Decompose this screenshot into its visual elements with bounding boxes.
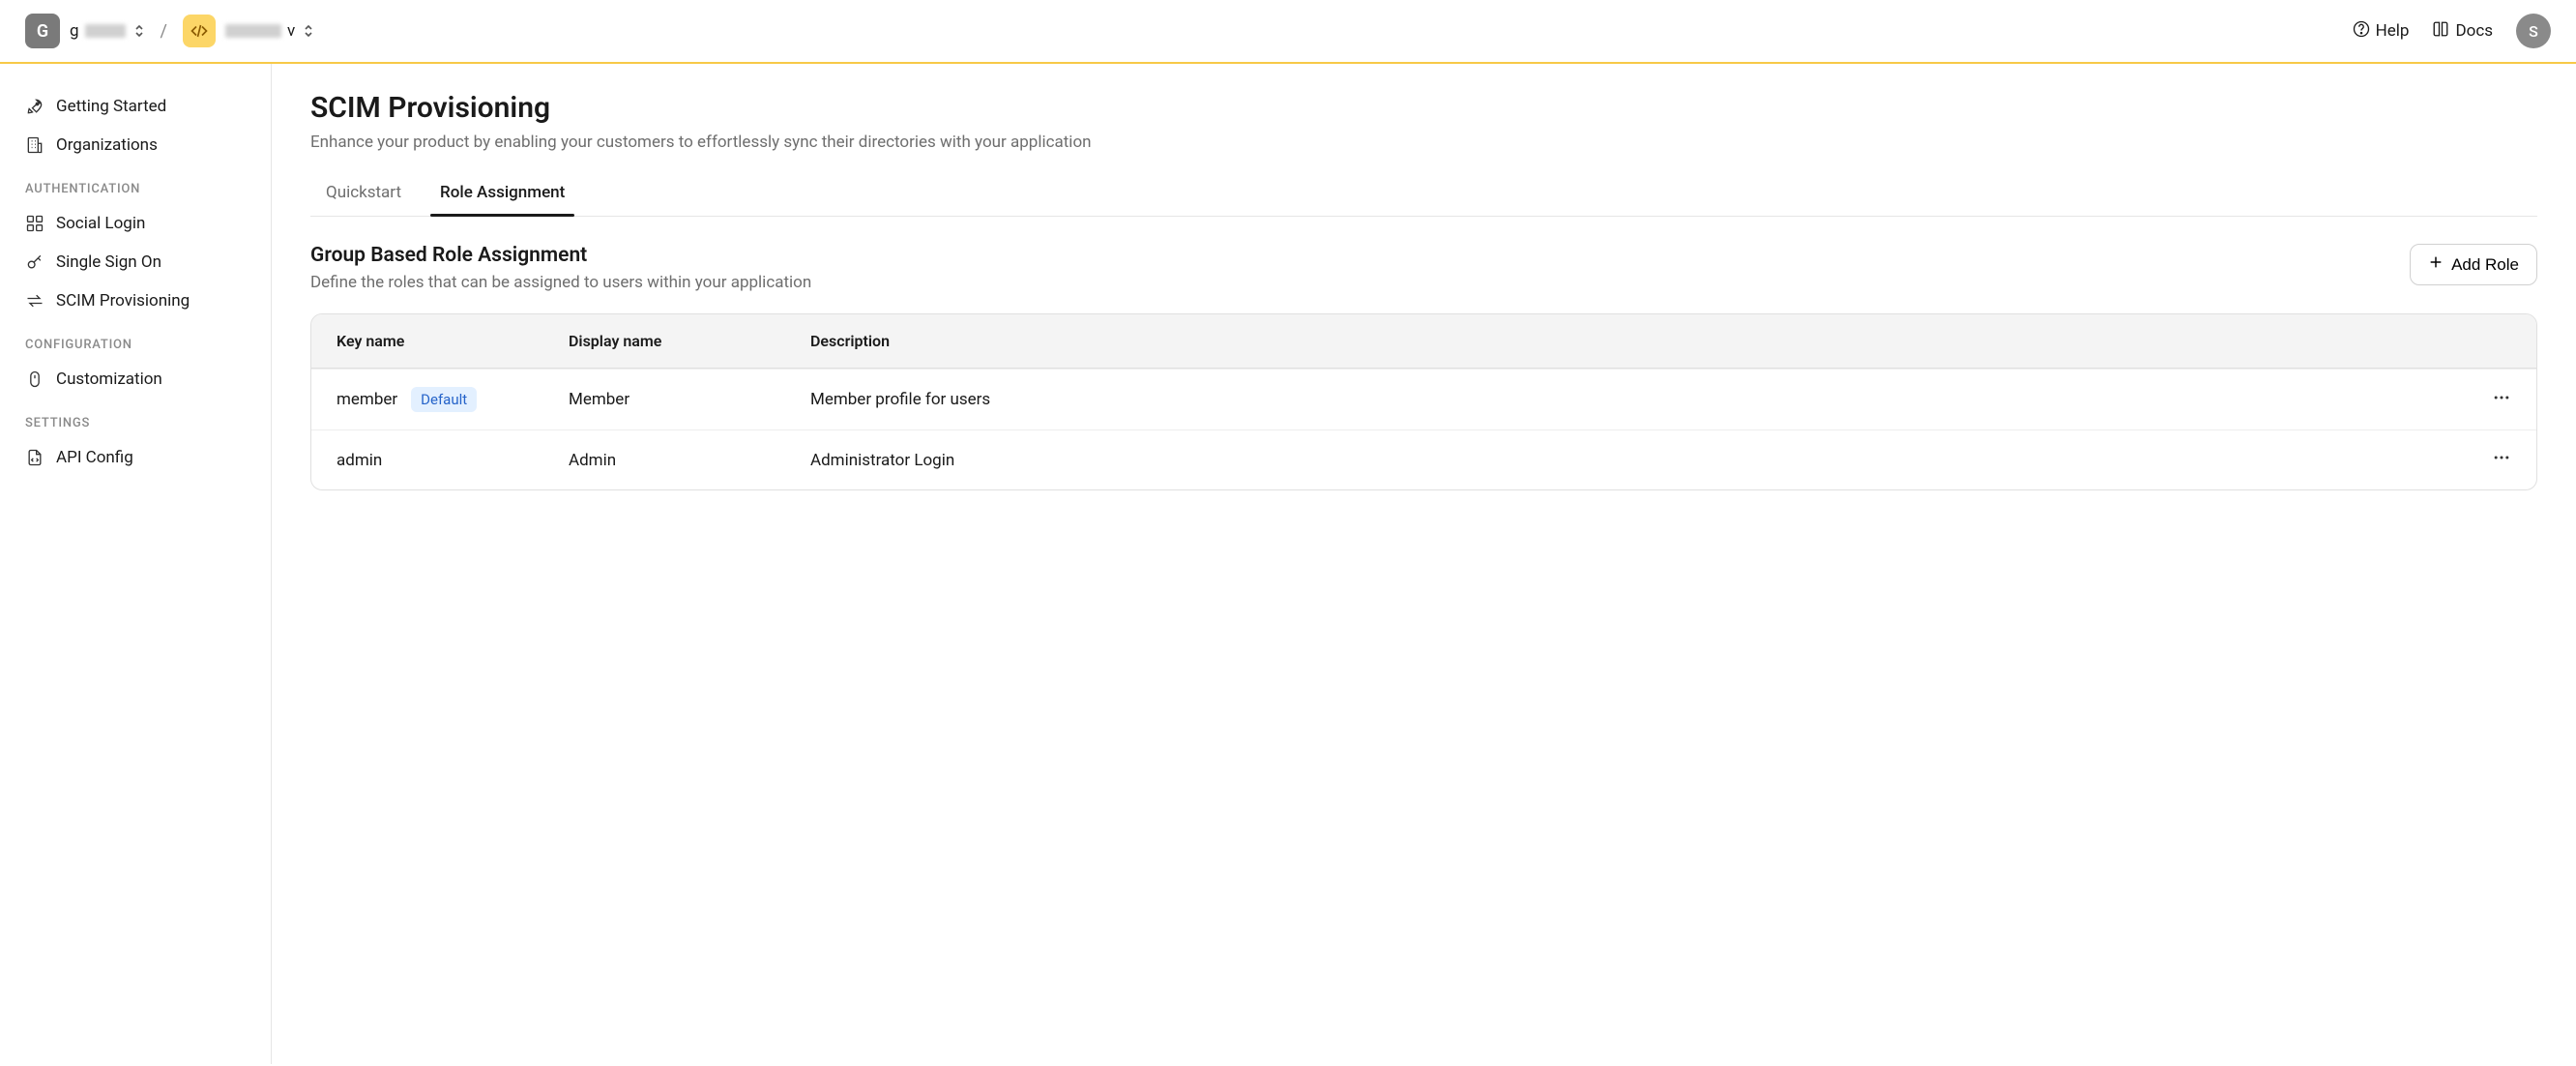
sidebar-item-label: Single Sign On: [56, 252, 161, 272]
updown-icon: [303, 23, 314, 39]
sync-icon: [25, 291, 44, 311]
help-link[interactable]: Help: [2353, 20, 2410, 43]
role-display: Admin: [569, 451, 810, 470]
table-header: Key name Display name Description: [311, 314, 2536, 369]
sidebar-item-label: Organizations: [56, 135, 158, 155]
key-icon: [25, 252, 44, 272]
table-row: member Default Member Member profile for…: [311, 369, 2536, 429]
org-prefix: g: [70, 21, 79, 41]
top-right: Help Docs S: [2353, 14, 2551, 48]
sidebar: Getting Started Organizations AUTHENTICA…: [0, 64, 272, 1064]
role-display: Member: [569, 390, 810, 409]
obscured-text: [225, 24, 281, 38]
sidebar-item-customization[interactable]: Customization: [0, 360, 271, 399]
role-description: Administrator Login: [810, 451, 2444, 470]
col-key: Key name: [337, 332, 569, 350]
sidebar-item-label: Getting Started: [56, 97, 166, 116]
roles-table: Key name Display name Description member…: [310, 313, 2537, 490]
table-row: admin Admin Administrator Login: [311, 429, 2536, 489]
sidebar-item-label: Customization: [56, 370, 162, 389]
role-key: member: [337, 390, 397, 409]
top-bar: G g / v Help: [0, 0, 2576, 64]
sidebar-item-label: API Config: [56, 448, 133, 467]
breadcrumb: G g / v: [25, 14, 314, 48]
sidebar-section-settings: SETTINGS: [0, 399, 271, 438]
role-description: Member profile for users: [810, 390, 2444, 409]
app-switcher[interactable]: v: [225, 21, 314, 41]
tabs: Quickstart Role Assignment: [310, 179, 2537, 217]
app-suffix: v: [287, 21, 295, 41]
building-icon: [25, 135, 44, 155]
sidebar-item-label: SCIM Provisioning: [56, 291, 190, 311]
avatar[interactable]: S: [2516, 14, 2551, 48]
org-badge[interactable]: G: [25, 14, 60, 48]
page-subtitle: Enhance your product by enabling your cu…: [310, 133, 2537, 152]
file-code-icon: [25, 448, 44, 467]
sidebar-item-scim-provisioning[interactable]: SCIM Provisioning: [0, 281, 271, 320]
sidebar-item-getting-started[interactable]: Getting Started: [0, 87, 271, 126]
col-display: Display name: [569, 332, 810, 350]
sidebar-section-authentication: AUTHENTICATION: [0, 164, 271, 204]
sidebar-item-social-login[interactable]: Social Login: [0, 204, 271, 243]
sidebar-item-organizations[interactable]: Organizations: [0, 126, 271, 164]
docs-label: Docs: [2455, 21, 2493, 41]
breadcrumb-separator: /: [161, 21, 167, 42]
sidebar-item-single-sign-on[interactable]: Single Sign On: [0, 243, 271, 281]
book-icon: [2432, 20, 2449, 43]
app-badge[interactable]: [183, 15, 216, 47]
tab-role-assignment[interactable]: Role Assignment: [438, 179, 567, 216]
sidebar-section-configuration: CONFIGURATION: [0, 320, 271, 360]
row-actions-button[interactable]: [2444, 388, 2511, 412]
obscured-text: [85, 24, 126, 38]
help-label: Help: [2376, 21, 2410, 41]
section-subtitle: Define the roles that can be assigned to…: [310, 273, 811, 292]
sidebar-item-api-config[interactable]: API Config: [0, 438, 271, 477]
default-badge: Default: [411, 387, 477, 412]
updown-icon: [133, 23, 145, 39]
section-header: Group Based Role Assignment Define the r…: [310, 244, 2537, 292]
main-content: SCIM Provisioning Enhance your product b…: [272, 64, 2576, 1064]
role-key: admin: [337, 451, 382, 470]
col-description: Description: [810, 332, 2444, 350]
rocket-icon: [25, 97, 44, 116]
mouse-icon: [25, 370, 44, 389]
page-title: SCIM Provisioning: [310, 91, 2537, 125]
docs-link[interactable]: Docs: [2432, 20, 2493, 43]
plus-icon: [2428, 254, 2444, 275]
add-role-button[interactable]: Add Role: [2410, 244, 2537, 285]
section-title: Group Based Role Assignment: [310, 244, 811, 267]
tab-quickstart[interactable]: Quickstart: [324, 179, 403, 216]
grid-icon: [25, 214, 44, 233]
add-role-label: Add Role: [2451, 255, 2519, 275]
row-actions-button[interactable]: [2444, 448, 2511, 472]
help-icon: [2353, 20, 2370, 43]
org-switcher[interactable]: g: [70, 21, 145, 41]
sidebar-item-label: Social Login: [56, 214, 145, 233]
